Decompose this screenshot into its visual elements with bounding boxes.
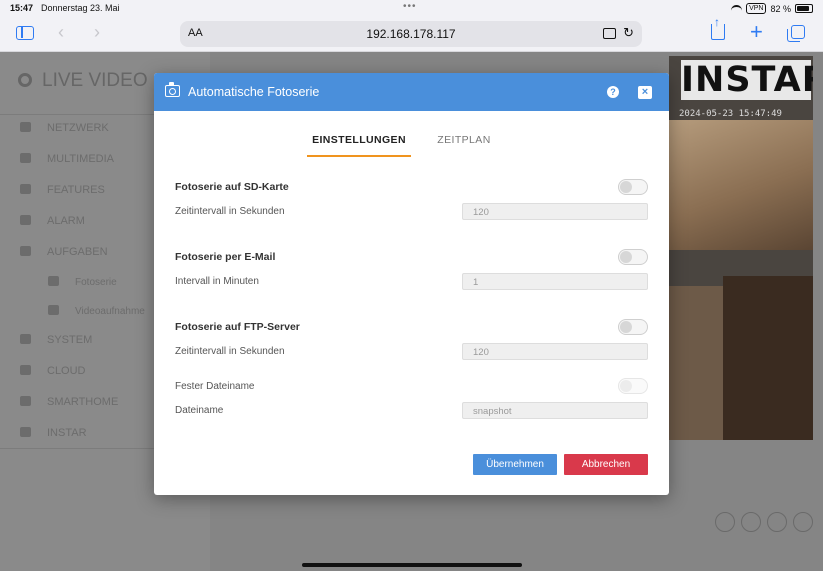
- filename-field[interactable]: snapshot: [462, 402, 648, 419]
- apply-button[interactable]: Übernehmen: [473, 454, 557, 475]
- extension-icon[interactable]: [603, 28, 616, 39]
- record-icon: [18, 73, 32, 87]
- camera-icon: [165, 82, 180, 97]
- photoseries-dialog: Automatische Fotoserie ? × EINSTELLUNGEN…: [154, 73, 669, 495]
- instar-logo: INSTAR: [681, 60, 813, 100]
- active-tab-indicator: [307, 155, 411, 157]
- new-tab-icon[interactable]: +: [750, 19, 763, 45]
- battery-icon: [795, 4, 813, 13]
- tab-zeitplan[interactable]: ZEITPLAN: [429, 134, 499, 146]
- status-indicators: VPN 82 %: [731, 3, 813, 14]
- nav-item[interactable]: SMARTHOME: [20, 396, 118, 408]
- cloud-icon: [20, 365, 31, 375]
- battery-percent: 82 %: [770, 3, 791, 14]
- multimedia-icon: [20, 153, 31, 163]
- smarthome-icon: [20, 396, 31, 406]
- nav-item[interactable]: ALARM: [20, 215, 85, 227]
- nav-item[interactable]: AUFGABEN: [20, 246, 108, 258]
- ftp-interval-label: Zeitintervall in Sekunden: [175, 346, 285, 357]
- email-series-label: Fotoserie per E-Mail: [175, 251, 276, 263]
- address-bar[interactable]: AA 192.168.178.117 ↻: [180, 21, 642, 47]
- email-series-toggle[interactable]: [618, 249, 648, 265]
- wifi-icon: [731, 4, 743, 13]
- nav-item[interactable]: CLOUD: [20, 365, 86, 377]
- status-date: Donnerstag 23. Mai: [41, 3, 120, 13]
- control-circle-icon[interactable]: [741, 512, 761, 532]
- tab-einstellungen[interactable]: EINSTELLUNGEN: [307, 134, 411, 146]
- video-scene: [669, 286, 723, 440]
- dialog-header: Automatische Fotoserie ? ×: [154, 73, 669, 111]
- sd-series-label: Fotoserie auf SD-Karte: [175, 181, 289, 193]
- ftp-series-toggle[interactable]: [618, 319, 648, 335]
- multitasking-dots-icon[interactable]: •••: [403, 1, 417, 12]
- toggle-knob: [620, 181, 632, 193]
- nav-subitem[interactable]: Fotoserie: [48, 276, 117, 288]
- camera-icon: [48, 276, 59, 286]
- video-timestamp: 2024-05-23 15:47:49: [679, 109, 782, 119]
- vpn-badge: VPN: [746, 3, 767, 14]
- reload-icon[interactable]: ↻: [623, 25, 634, 41]
- url-text[interactable]: 192.168.178.117: [180, 27, 642, 41]
- video-controls: [715, 512, 813, 532]
- email-interval-field[interactable]: 1: [462, 273, 648, 290]
- sidebar-toggle-icon[interactable]: [16, 26, 34, 40]
- nav-item[interactable]: INSTAR: [20, 427, 87, 439]
- instar-icon: [20, 427, 31, 437]
- close-button[interactable]: ×: [638, 86, 652, 99]
- nav-item[interactable]: SYSTEM: [20, 334, 92, 346]
- dialog-title: Automatische Fotoserie: [188, 85, 320, 99]
- ftp-interval-field[interactable]: 120: [462, 343, 648, 360]
- live-video-view: INSTAR 2024-05-23 15:47:49: [669, 56, 813, 440]
- nav-item[interactable]: MULTIMEDIA: [20, 153, 114, 165]
- sd-interval-label: Zeitintervall in Sekunden: [175, 206, 285, 217]
- cancel-button[interactable]: Abbrechen: [564, 454, 648, 475]
- status-bar: 15:47 Donnerstag 23. Mai ••• VPN 82 %: [0, 0, 823, 18]
- ftp-series-label: Fotoserie auf FTP-Server: [175, 321, 300, 333]
- share-icon[interactable]: [711, 15, 725, 40]
- video-scene: [669, 120, 813, 250]
- video-scene: [723, 276, 813, 440]
- status-time: 15:47: [10, 3, 34, 13]
- system-icon: [20, 334, 31, 344]
- fixed-filename-label: Fester Dateiname: [175, 381, 255, 392]
- toggle-knob: [620, 321, 632, 333]
- sd-interval-field[interactable]: 120: [462, 203, 648, 220]
- back-arrow-icon[interactable]: ‹: [58, 22, 64, 43]
- forward-arrow-icon[interactable]: ›: [94, 22, 100, 43]
- control-circle-icon[interactable]: [793, 512, 813, 532]
- home-indicator: [302, 563, 522, 567]
- nav-item[interactable]: FEATURES: [20, 184, 105, 196]
- tab-overview-icon[interactable]: [787, 25, 805, 42]
- fixed-filename-toggle[interactable]: [618, 378, 648, 394]
- alarm-icon: [20, 215, 31, 225]
- page-title: LIVE VIDEO: [18, 70, 148, 92]
- toggle-knob: [620, 380, 632, 392]
- features-icon: [20, 184, 31, 194]
- network-icon: [20, 122, 31, 132]
- nav-item[interactable]: NETZWERK: [20, 122, 109, 134]
- video-icon: [48, 305, 59, 315]
- nav-subitem[interactable]: Videoaufnahme: [48, 305, 145, 317]
- filename-label: Dateiname: [175, 405, 224, 416]
- toggle-knob: [620, 251, 632, 263]
- control-circle-icon[interactable]: [715, 512, 735, 532]
- control-circle-icon[interactable]: [767, 512, 787, 532]
- tasks-icon: [20, 246, 31, 256]
- browser-toolbar: ‹ › AA 192.168.178.117 ↻ +: [0, 15, 823, 52]
- sd-series-toggle[interactable]: [618, 179, 648, 195]
- help-button[interactable]: ?: [607, 86, 619, 98]
- email-interval-label: Intervall in Minuten: [175, 276, 259, 287]
